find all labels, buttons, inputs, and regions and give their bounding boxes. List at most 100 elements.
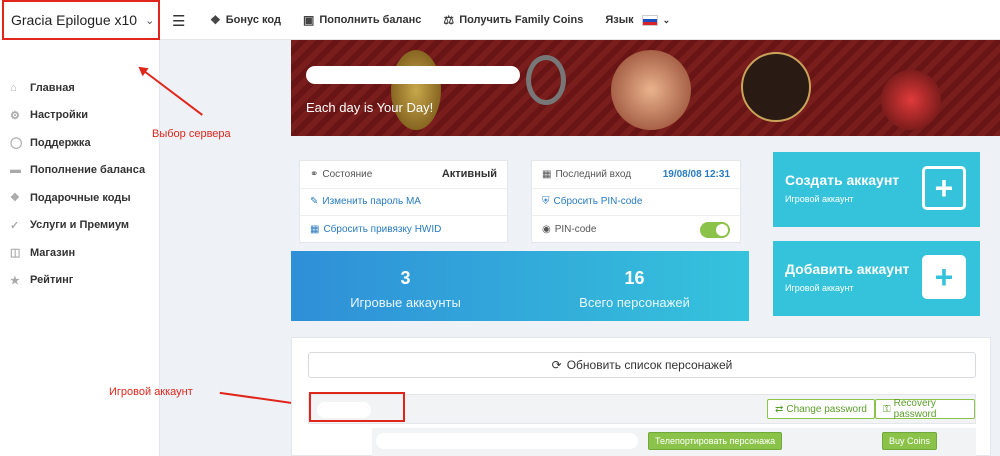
change-password-link[interactable]: ✎ Изменить пароль МА [310,196,421,207]
gear-icon: ⚙ [10,109,20,122]
reset-hwid-row: ▦ Сбросить привязку HWID [300,216,507,244]
sidebar-item-gift-codes[interactable]: ❖ Подарочные коды [0,184,160,212]
sidebar-item-label: Настройки [30,109,89,122]
basket-icon: ◫ [10,247,21,260]
recovery-password-button[interactable]: ⚿ Recovery password [875,398,975,420]
refresh-icon: ⟳ [551,358,562,372]
buy-coins-button[interactable]: Buy Coins [882,432,938,450]
annotation-server: Выбор сервера [152,128,231,140]
teleport-character-button[interactable]: Телепортировать персонажа [648,432,783,450]
pin-toggle[interactable] [700,221,730,238]
chevron-down-icon: ⌄ [145,14,155,27]
language-select[interactable]: Язык ⌄ [605,14,670,26]
ring-image [526,55,566,105]
star-icon: ★ [10,274,20,287]
coins-icon: ⚖ [443,13,455,27]
reset-pin-label: Сбросить PIN-code [553,196,643,208]
pencil-icon: ✎ [310,196,319,208]
lifebuoy-icon: ◯ [10,137,23,150]
chevron-down-icon: ⌄ [662,14,671,25]
bonus-code-label: Бонус код [225,14,281,26]
orb-image [881,70,941,130]
sidebar-item-label: Главная [30,81,75,94]
create-account-title: Создать аккаунт [785,172,900,188]
wallet-icon: ▣ [302,13,315,27]
characters-count: 16 [624,268,645,288]
potion-image [391,50,441,130]
sidebar-menu: ⌂ Главная ⚙ Настройки ◯ Поддержка ▬ Попо… [0,74,160,294]
character-row: Телепортировать персонажа Buy Coins [372,428,976,456]
sidebar-item-label: Поддержка [30,136,91,149]
gift-icon: ❖ [210,13,221,27]
sidebar-item-top-up[interactable]: ▬ Пополнение баланса [0,157,160,185]
game-account-row: ⇄ Change password ⚿ Recovery password [308,392,976,424]
family-coins-label: Получить Family Coins [459,14,584,26]
last-login-row: ▦ Последний вход 19/08/08 12:31 [532,161,740,189]
accounts-count: 3 [400,268,411,288]
russian-flag-icon [641,14,658,26]
characters-label: Всего персонажей [579,295,690,310]
cart-icon: ✓ [10,219,20,232]
last-login-value: 19/08/08 12:31 [662,168,730,180]
change-password-btn-label: Change password [786,403,867,415]
top-up-link[interactable]: ▣ Пополнить баланс [303,13,421,27]
banner-slogan: Each day is Your Day! [306,100,434,115]
sidebar-item-shop[interactable]: ◫ Магазин [0,239,160,267]
stat-accounts: 3 Игровые аккаунты [291,251,520,321]
add-account-title: Добавить аккаунт [785,261,910,277]
banner-username-redacted [306,66,520,84]
sidebar-item-services[interactable]: ✓ Услуги и Премиум [0,212,160,240]
last-login-label-wrap: ▦ Последний вход [542,169,631,180]
family-coins-link[interactable]: ⚖ Получить Family Coins [443,13,583,27]
sidebar-item-support[interactable]: ◯ Поддержка [0,129,160,157]
calendar-icon: ▦ [542,168,552,180]
sidebar-item-settings[interactable]: ⚙ Настройки [0,102,160,130]
add-account-subtitle: Игровой аккаунт [785,283,854,293]
sidebar-item-label: Пополнение баланса [30,164,146,177]
top-up-label: Пополнить баланс [319,14,422,26]
create-account-card[interactable]: Создать аккаунт Игровой аккаунт + [773,152,980,227]
server-select-label: Gracia Epilogue x10 [11,12,138,28]
last-login-label: Последний вход [555,168,632,180]
glasses-icon: ⚭ [310,168,319,180]
characters-image [611,50,691,130]
reset-pin-row: ⛨ Сбросить PIN-code [532,189,740,216]
status-value: Активный [441,168,497,181]
server-select[interactable]: Gracia Epilogue x10 ⌄ [2,0,160,40]
stat-characters: 16 Всего персонажей [520,251,749,321]
add-account-card[interactable]: Добавить аккаунт Игровой аккаунт + [773,241,980,316]
reset-pin-link[interactable]: ⛨ Сбросить PIN-code [542,196,642,207]
annotation-account-box [309,392,405,422]
character-name-redacted [376,433,638,449]
sidebar-item-label: Услуги и Премиум [30,219,130,232]
banner: Each day is Your Day! [291,40,1000,136]
refresh-characters-button[interactable]: ⟳ Обновить список персонажей [308,352,976,378]
stats-panel: 3 Игровые аккаунты 16 Всего персонажей [291,251,749,321]
top-bar: Gracia Epilogue x10 ⌄ ☰ ❖ Бонус код ▣ По… [0,0,1000,40]
pin-row: ◉ PIN-code [532,216,740,244]
gift-icon: ❖ [10,192,20,205]
sidebar-item-rating[interactable]: ★ Рейтинг [0,267,160,295]
change-password-button[interactable]: ⇄ Change password [767,399,875,419]
plus-icon: + [922,255,966,299]
bonus-code-link[interactable]: ❖ Бонус код [210,13,281,27]
status-label: Состояние [322,168,373,180]
pin-label: PIN-code [554,224,597,236]
security-panel: ▦ Последний вход 19/08/08 12:31 ⛨ Сброси… [531,160,741,243]
sidebar-item-home[interactable]: ⌂ Главная [0,74,160,102]
reset-hwid-link[interactable]: ▦ Сбросить привязку HWID [310,224,441,235]
sidebar-item-label: Подарочные коды [30,191,131,204]
home-icon: ⌂ [10,81,17,94]
shield-icon: ⛨ [542,196,550,208]
pin-label-wrap: ◉ PIN-code [542,224,596,235]
change-password-row: ✎ Изменить пароль МА [300,189,507,216]
status-row: ⚭ Состояние Активный [300,161,507,189]
hamburger-icon[interactable]: ☰ [172,12,185,30]
globe-icon: ◉ [542,224,551,236]
characters-section: ⟳ Обновить список персонажей ⇄ Change pa… [291,337,991,456]
key-icon: ⚿ [883,403,891,415]
change-password-label: Изменить пароль МА [322,196,421,208]
refresh-label: Обновить список персонажей [566,358,733,372]
refresh-icon: ⇄ [775,403,784,415]
accounts-label: Игровые аккаунты [350,295,461,310]
